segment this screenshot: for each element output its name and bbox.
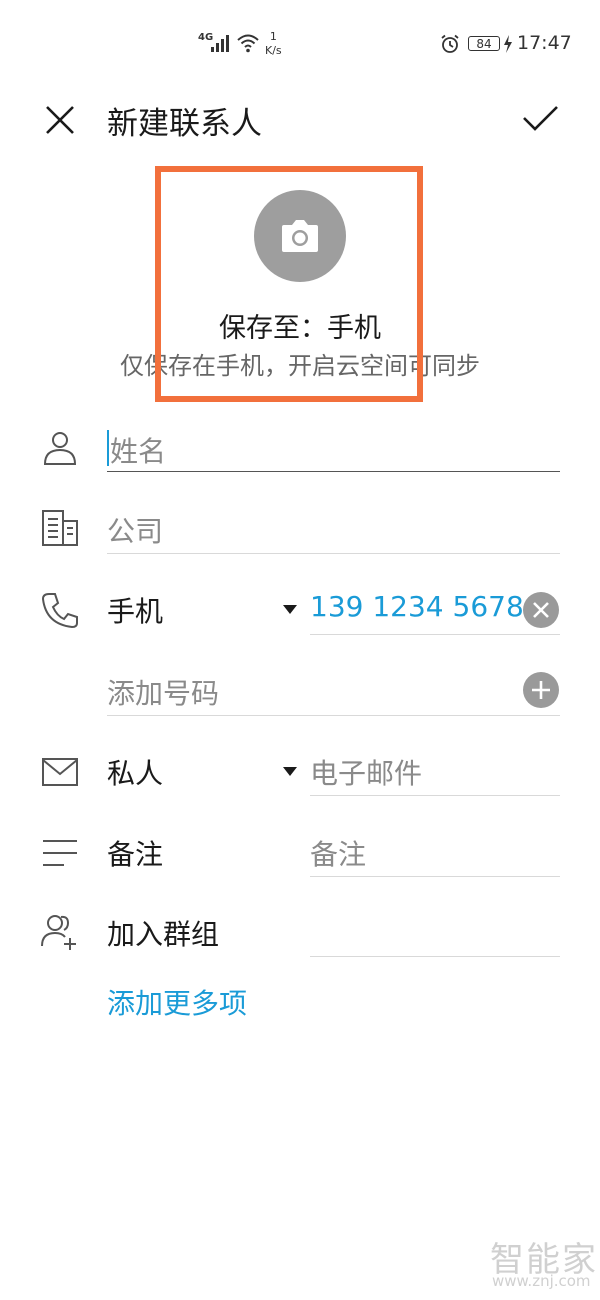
company-icon bbox=[42, 510, 78, 546]
status-bar: 4G 1 K/s 84 17:47 bbox=[0, 0, 600, 90]
email-type-label[interactable]: 私人 bbox=[107, 752, 163, 792]
join-group-label[interactable]: 加入群组 bbox=[107, 913, 219, 953]
person-icon bbox=[43, 432, 77, 465]
clear-icon bbox=[533, 602, 549, 618]
speed-value: 1 bbox=[269, 30, 277, 43]
email-type-dropdown-icon[interactable] bbox=[283, 767, 297, 776]
company-input[interactable]: 公司 bbox=[107, 510, 163, 550]
add-group-icon bbox=[41, 915, 76, 950]
charging-icon bbox=[504, 35, 512, 53]
text-cursor bbox=[107, 430, 109, 466]
signal-icon bbox=[211, 35, 229, 52]
note-input[interactable]: 备注 bbox=[310, 833, 366, 873]
note-underline bbox=[310, 876, 560, 877]
mail-icon bbox=[42, 758, 78, 786]
note-label: 备注 bbox=[107, 838, 164, 871]
email-underline bbox=[310, 795, 560, 796]
add-number-underline bbox=[107, 715, 560, 716]
close-icon[interactable] bbox=[40, 100, 80, 140]
phone-type-label[interactable]: 手机 bbox=[107, 590, 163, 630]
highlight-box bbox=[155, 166, 423, 402]
add-number-label[interactable]: 添加号码 bbox=[107, 672, 219, 712]
phone-type-dropdown-icon[interactable] bbox=[283, 605, 297, 614]
phone-icon bbox=[41, 593, 78, 629]
alarm-icon bbox=[441, 34, 459, 53]
check-icon[interactable] bbox=[518, 96, 562, 140]
plus-icon bbox=[532, 681, 550, 699]
battery-level: 84 bbox=[468, 36, 500, 51]
add-more-fields-link[interactable]: 添加更多项 bbox=[107, 982, 247, 1022]
network-speed: 1 K/s bbox=[265, 30, 282, 58]
speed-unit: K/s bbox=[265, 44, 282, 57]
note-icon bbox=[43, 840, 77, 866]
page-title: 新建联系人 bbox=[107, 106, 262, 142]
clear-phone-button[interactable] bbox=[523, 592, 559, 628]
group-underline bbox=[310, 956, 560, 957]
name-underline bbox=[107, 471, 560, 472]
email-input[interactable]: 电子邮件 bbox=[310, 752, 422, 792]
name-input[interactable]: 姓名 bbox=[110, 430, 166, 470]
watermark-url: www.znj.com bbox=[492, 1272, 591, 1290]
phone-input[interactable]: 139 1234 5678 bbox=[310, 590, 524, 623]
add-number-button[interactable] bbox=[523, 672, 559, 708]
wifi-icon bbox=[237, 34, 259, 53]
company-underline bbox=[107, 553, 560, 554]
clock: 17:47 bbox=[517, 32, 572, 54]
phone-underline bbox=[310, 634, 560, 635]
